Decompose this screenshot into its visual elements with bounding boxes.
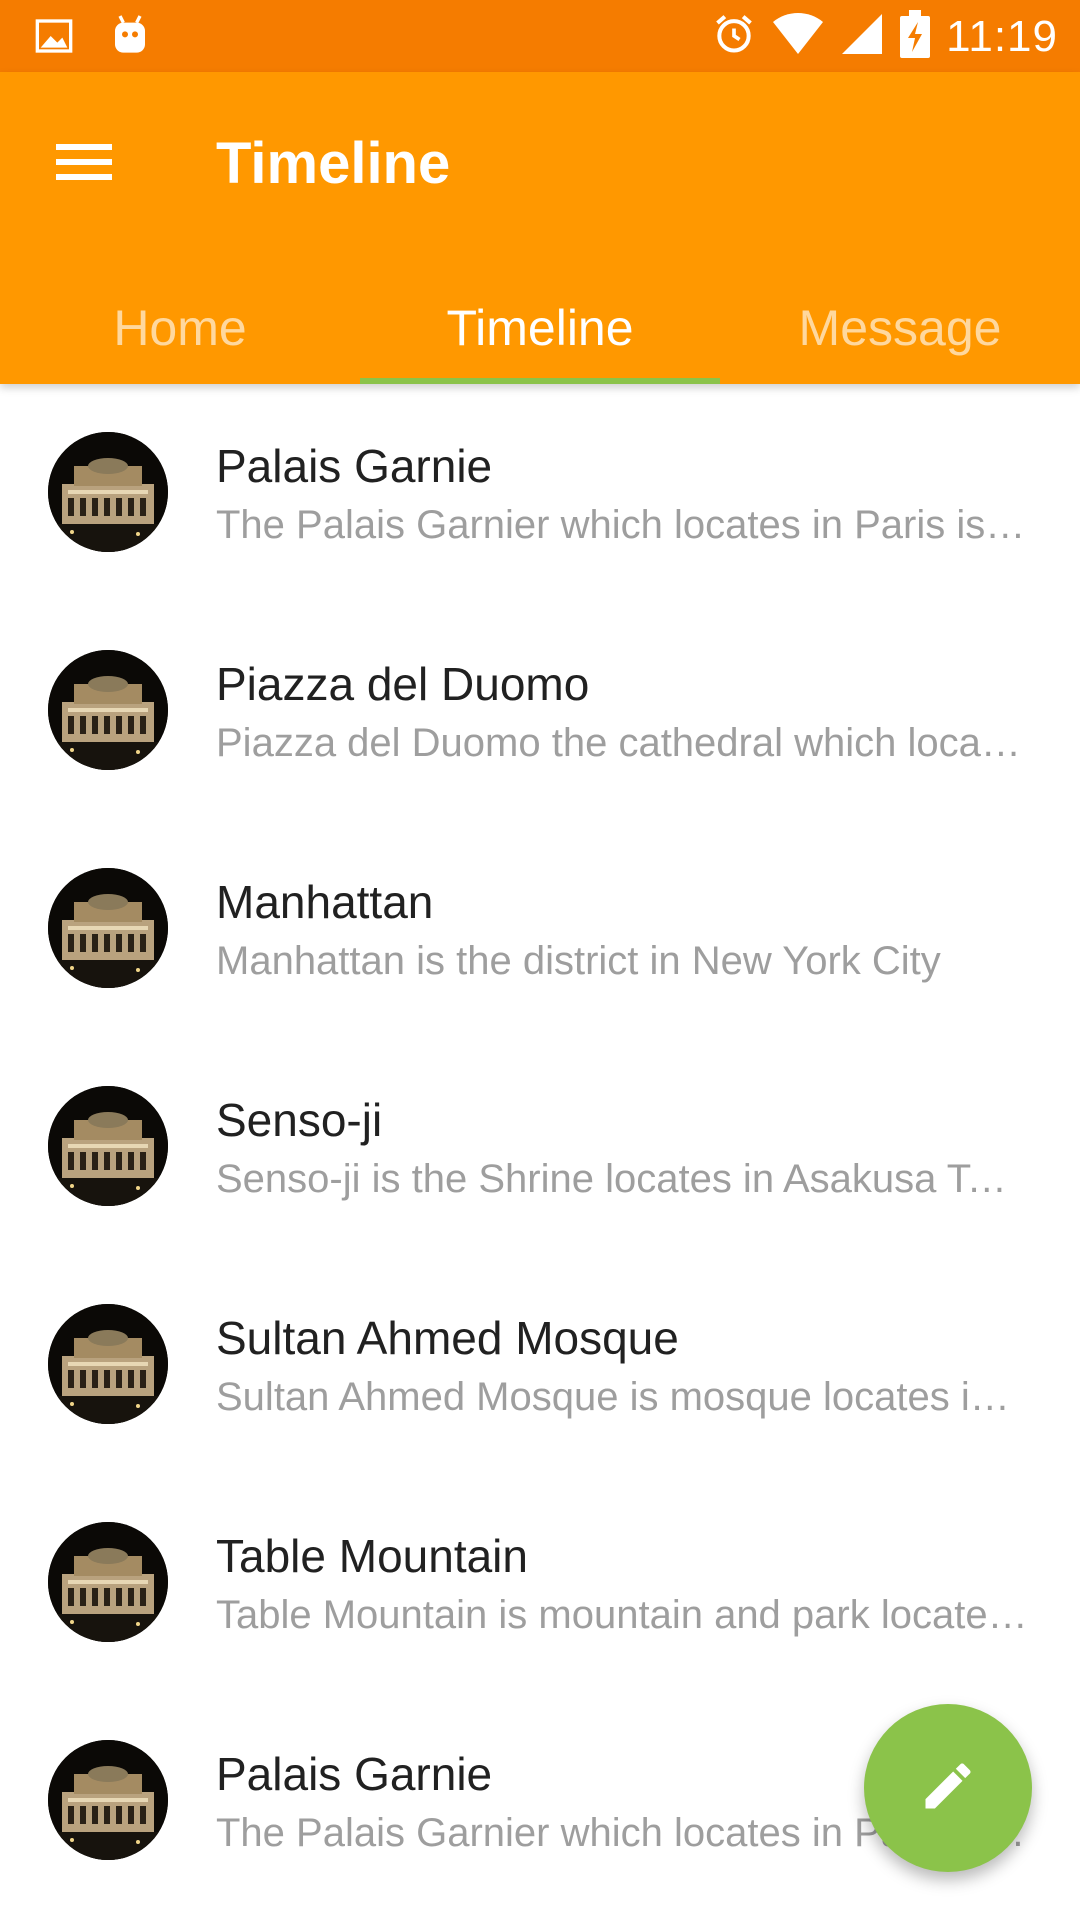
- compose-button[interactable]: [864, 1704, 1032, 1872]
- list-item[interactable]: Sultan Ahmed Mosque Sultan Ahmed Mosque …: [0, 1256, 1080, 1474]
- avatar: [48, 650, 168, 770]
- page-title: Timeline: [216, 131, 451, 196]
- list-item-title: Palais Garnie: [216, 1748, 493, 1800]
- status-bar-system: 11:19: [712, 10, 1058, 63]
- avatar: [48, 868, 168, 988]
- tab-home[interactable]: Home: [0, 272, 360, 384]
- pencil-icon: [918, 1756, 978, 1821]
- android-icon: [110, 14, 150, 63]
- list-item[interactable]: Senso-ji Senso-ji is the Shrine locates …: [0, 1038, 1080, 1256]
- status-bar-notifications: [34, 14, 150, 63]
- tab-bar: Home Timeline Message: [0, 272, 1080, 384]
- signal-icon: [840, 12, 884, 61]
- list-item-subtitle: Piazza del Duomo the cathedral which loc…: [216, 721, 1028, 765]
- list-item-title: Table Mountain: [216, 1530, 528, 1582]
- tab-timeline[interactable]: Timeline: [360, 272, 720, 384]
- alarm-icon: [712, 12, 756, 61]
- app-bar: Timeline Home Timeline Message: [0, 72, 1080, 384]
- avatar: [48, 1086, 168, 1206]
- list-item-title: Sultan Ahmed Mosque: [216, 1312, 679, 1364]
- list-item-subtitle: Sultan Ahmed Mosque is mosque locates in…: [216, 1375, 1028, 1419]
- avatar: [48, 1522, 168, 1642]
- status-time: 11:19: [946, 11, 1058, 61]
- list-item-title: Piazza del Duomo: [216, 658, 590, 710]
- avatar: [48, 432, 168, 552]
- screen: 11:19 Timeline Home Timeline Message Pal…: [0, 0, 1080, 1920]
- timeline-list: Palais Garnie The Palais Garnier which l…: [0, 384, 1080, 1910]
- image-icon: [34, 16, 74, 61]
- battery-charging-icon: [900, 10, 931, 63]
- list-item[interactable]: Piazza del Duomo Piazza del Duomo the ca…: [0, 602, 1080, 820]
- list-item[interactable]: Palais Garnie The Palais Garnier which l…: [0, 384, 1080, 602]
- list-item-subtitle: Table Mountain is mountain and park loca…: [216, 1593, 1028, 1637]
- status-bar: 11:19: [0, 0, 1080, 72]
- tab-message[interactable]: Message: [720, 272, 1080, 384]
- list-item[interactable]: Manhattan Manhattan is the district in N…: [0, 820, 1080, 1038]
- list-item-subtitle: Senso-ji is the Shrine locates in Asakus…: [216, 1157, 1028, 1201]
- list-item-title: Manhattan: [216, 876, 434, 928]
- menu-button[interactable]: [44, 124, 124, 204]
- avatar: [48, 1740, 168, 1860]
- list-item-subtitle: The Palais Garnier which locates in Pari…: [216, 503, 1028, 547]
- menu-icon: [56, 142, 112, 187]
- avatar: [48, 1304, 168, 1424]
- wifi-icon: [772, 12, 824, 61]
- list-item-subtitle: Manhattan is the district in New York Ci…: [216, 939, 941, 983]
- list-item[interactable]: Table Mountain Table Mountain is mountai…: [0, 1474, 1080, 1692]
- list-item-title: Senso-ji: [216, 1094, 383, 1146]
- list-item-title: Palais Garnie: [216, 440, 493, 492]
